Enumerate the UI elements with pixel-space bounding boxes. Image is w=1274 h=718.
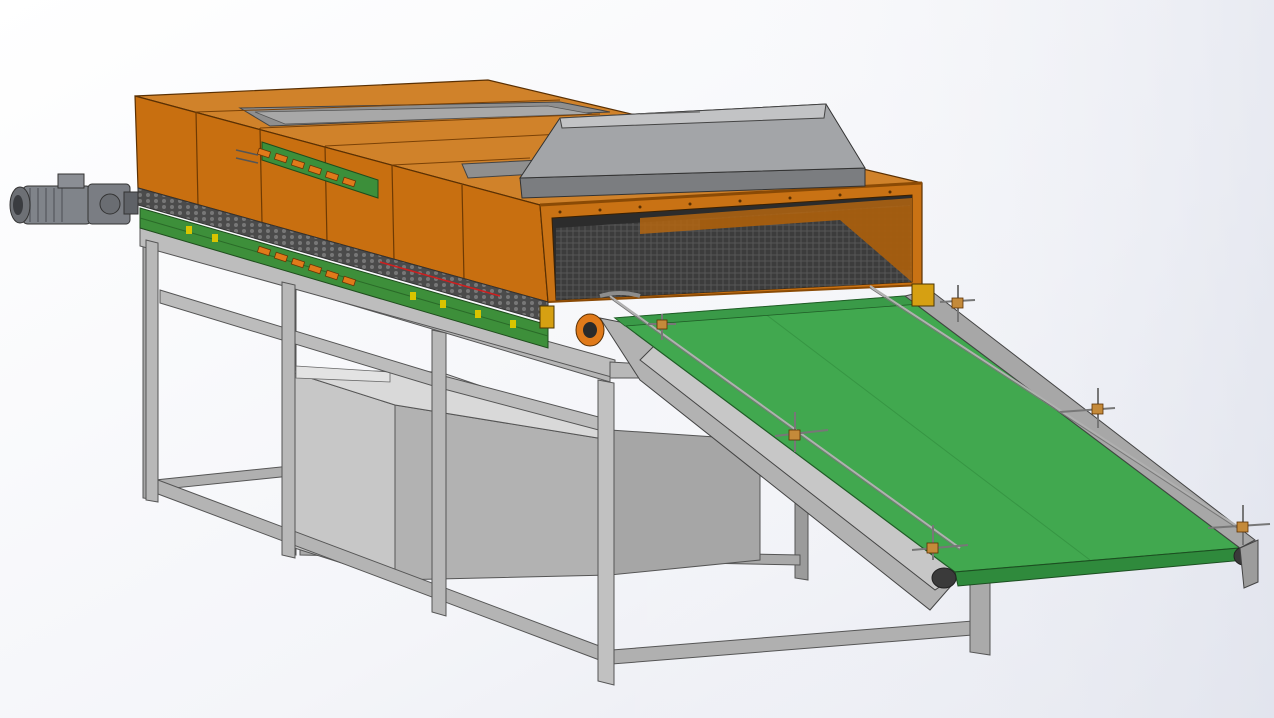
exhaust-hood xyxy=(519,103,866,199)
cad-viewport[interactable] xyxy=(0,0,1274,718)
cad-model-render xyxy=(0,0,1274,718)
